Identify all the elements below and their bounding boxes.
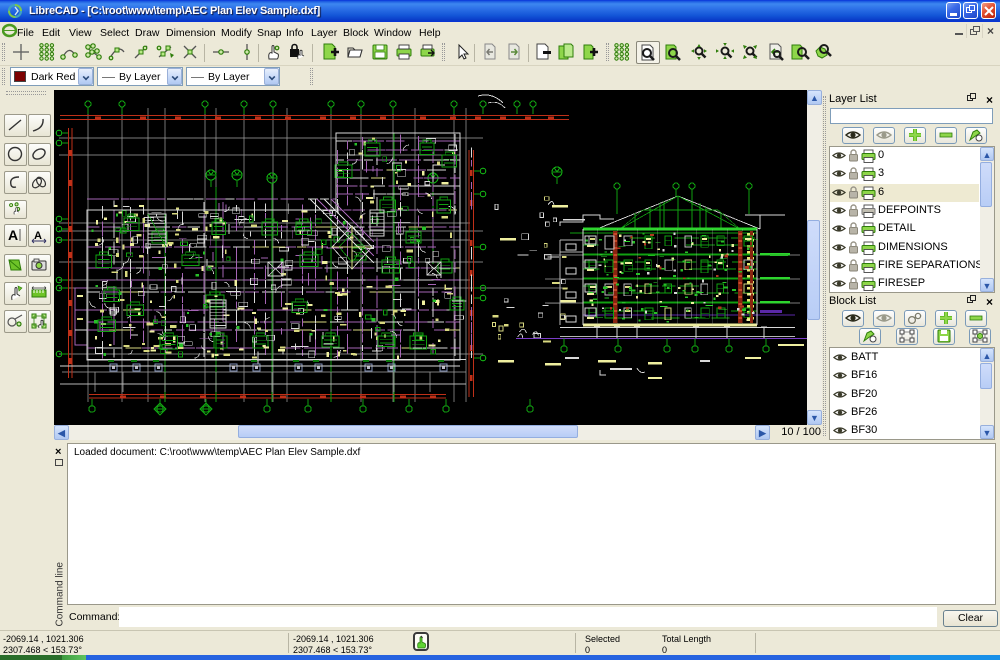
svg-text:A: A <box>8 227 18 243</box>
svg-text:A: A <box>34 230 42 242</box>
